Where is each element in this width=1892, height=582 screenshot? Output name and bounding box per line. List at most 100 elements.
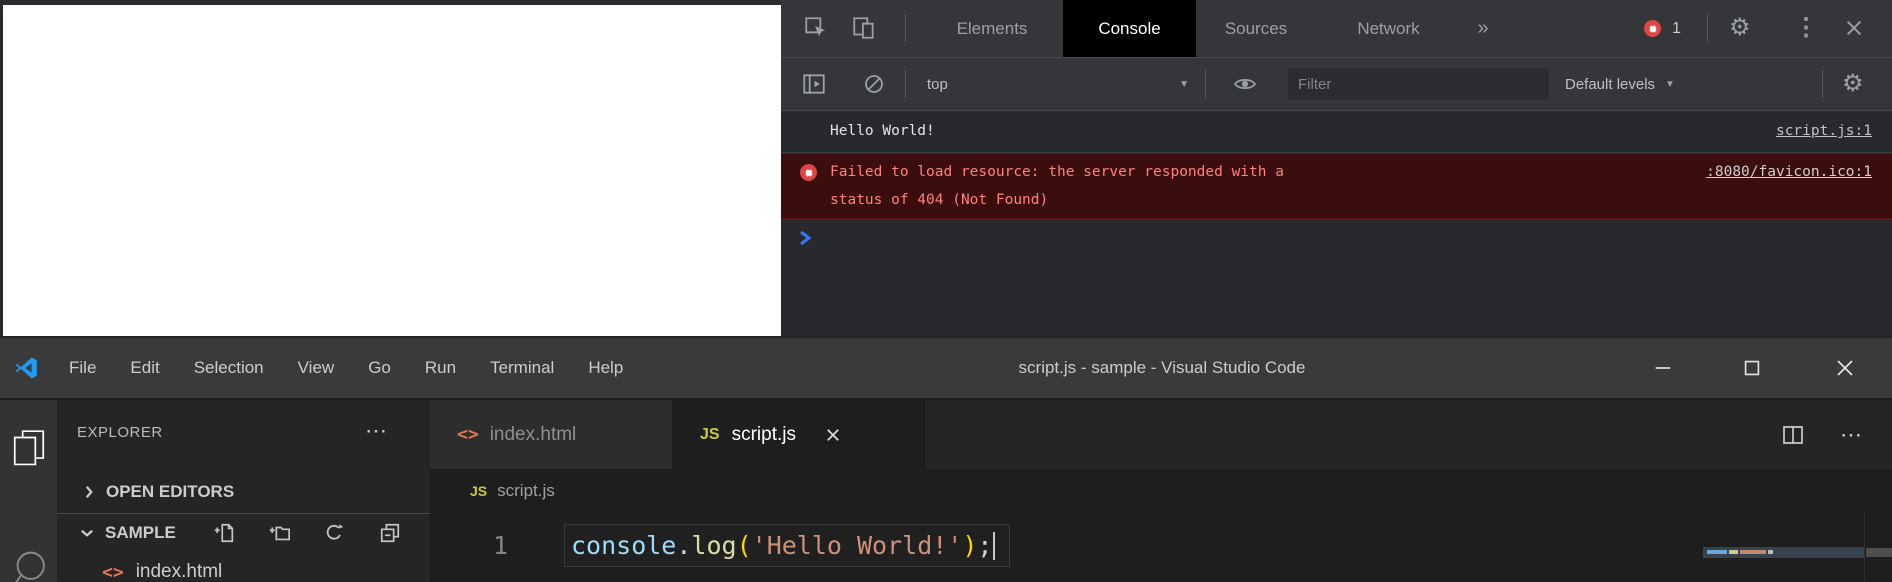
new-file-icon[interactable] <box>214 522 236 544</box>
code-token: 'Hello World!' <box>752 531 963 560</box>
text-cursor <box>993 532 995 560</box>
tab-close-icon[interactable] <box>824 426 842 444</box>
code-token: ; <box>977 531 992 560</box>
collapse-folders-icon[interactable] <box>379 522 401 544</box>
console-settings-gear-icon[interactable]: ⚙ <box>1842 69 1864 98</box>
menu-go[interactable]: Go <box>351 358 408 378</box>
browser-left-edge <box>0 0 3 336</box>
error-badge-icon[interactable] <box>1644 20 1661 37</box>
filter-input[interactable] <box>1288 68 1549 100</box>
editor-more-actions-icon[interactable]: ⋯ <box>1840 422 1862 448</box>
scrollbar-thumb[interactable] <box>1866 548 1892 557</box>
more-tabs-icon[interactable]: » <box>1463 0 1503 57</box>
console-log-source-link[interactable]: script.js:1 <box>1776 111 1872 152</box>
tab-script-js-label: script.js <box>732 424 796 446</box>
console-log-text: Hello World! <box>830 111 935 152</box>
tab-sources[interactable]: Sources <box>1196 0 1316 57</box>
js-file-icon: JS <box>700 426 720 444</box>
chevron-right-icon <box>80 483 98 501</box>
open-editors-label: OPEN EDITORS <box>106 482 234 502</box>
context-selector[interactable]: top ▼ <box>927 58 1189 110</box>
console-prompt[interactable] <box>781 218 1892 258</box>
prompt-chevron-icon <box>797 229 813 247</box>
tab-console-label: Console <box>1098 19 1160 39</box>
explorer-files-icon[interactable] <box>10 425 48 469</box>
screenshot-root: Elements Console Sources Network » 1 ⚙ <box>0 0 1892 582</box>
vscode-logo-icon <box>13 355 39 381</box>
open-editors-section[interactable]: OPEN EDITORS <box>57 472 430 512</box>
console-error-source-link[interactable]: :8080/favicon.ico:1 <box>1706 158 1872 186</box>
devtools-panel: Elements Console Sources Network » 1 ⚙ <box>781 0 1892 336</box>
kebab-menu-icon[interactable]: ⋮ <box>1794 13 1818 42</box>
menu-file[interactable]: File <box>52 358 113 378</box>
file-item-index-html[interactable]: <> index.html <box>57 552 430 582</box>
tab-elements-label: Elements <box>957 19 1028 39</box>
menu-help[interactable]: Help <box>571 358 640 378</box>
chevron-down-icon: ▼ <box>1179 79 1189 90</box>
settings-gear-icon[interactable]: ⚙ <box>1729 13 1751 42</box>
search-icon[interactable] <box>8 548 50 582</box>
chevron-down-icon: ▼ <box>1665 79 1675 90</box>
activity-bar <box>0 400 57 582</box>
code-line-1[interactable]: console.log('Hello World!'); <box>564 524 1010 567</box>
inspect-element-icon[interactable] <box>803 15 829 41</box>
editor-tabbar: <> index.html JS script.js <box>430 400 1892 469</box>
explorer-title: EXPLORER <box>77 424 163 441</box>
log-levels-selector[interactable]: Default levels ▼ <box>1565 58 1675 110</box>
split-editor-icon[interactable] <box>1780 423 1806 447</box>
code-token: . <box>676 531 691 560</box>
explorer-more-actions-icon[interactable]: ⋯ <box>365 418 387 444</box>
tab-elements[interactable]: Elements <box>921 0 1063 57</box>
minimap-slider[interactable] <box>1703 547 1864 558</box>
browser-top-edge <box>0 0 781 5</box>
tab-network-label: Network <box>1357 19 1419 39</box>
vscode-window: File Edit Selection View Go Run Terminal… <box>0 336 1892 582</box>
file-item-label: index.html <box>136 561 223 582</box>
folder-name-label: SAMPLE <box>105 523 176 543</box>
close-button[interactable] <box>1823 338 1867 398</box>
toolbar-divider <box>1205 70 1206 98</box>
tab-sources-label: Sources <box>1225 19 1287 39</box>
tab-console[interactable]: Console <box>1063 0 1196 57</box>
console-error-row: Failed to load resource: the server resp… <box>781 153 1892 219</box>
menu-terminal[interactable]: Terminal <box>473 358 571 378</box>
html-file-icon: <> <box>102 562 124 582</box>
browser-page <box>0 0 781 336</box>
minimap-divider <box>1864 512 1865 582</box>
js-file-icon: JS <box>470 483 487 499</box>
live-expression-eye-icon[interactable] <box>1231 72 1259 96</box>
tab-script-js[interactable]: JS script.js <box>672 400 925 469</box>
error-badge-count[interactable]: 1 <box>1672 0 1681 57</box>
explorer-sidebar: EXPLORER ⋯ OPEN EDITORS SAMPLE <box>57 400 430 582</box>
breadcrumb[interactable]: JS script.js <box>430 469 1892 512</box>
tab-network[interactable]: Network <box>1321 0 1456 57</box>
minimize-button[interactable] <box>1641 338 1685 398</box>
menu-edit[interactable]: Edit <box>113 358 176 378</box>
breadcrumb-file-label: script.js <box>497 481 555 501</box>
tab-index-html-label: index.html <box>490 424 577 446</box>
maximize-button[interactable] <box>1730 338 1774 398</box>
menu-run[interactable]: Run <box>408 358 473 378</box>
error-icon <box>800 164 817 181</box>
menu-selection[interactable]: Selection <box>177 358 281 378</box>
refresh-icon[interactable] <box>323 522 345 544</box>
toolbar-divider <box>1822 70 1823 98</box>
window-title: script.js - sample - Visual Studio Code <box>1019 338 1306 398</box>
error-line-2: status of 404 (Not Found) <box>830 186 1284 214</box>
new-folder-icon[interactable] <box>269 522 291 544</box>
folder-section-sample[interactable]: SAMPLE <box>57 514 430 552</box>
toolbar-divider <box>1707 14 1708 42</box>
toolbar-divider <box>905 14 906 42</box>
code-editor[interactable]: 1 console.log('Hello World!'); <box>430 512 1892 582</box>
device-toolbar-icon[interactable] <box>851 15 877 41</box>
menu-view[interactable]: View <box>281 358 352 378</box>
clear-console-icon[interactable] <box>862 72 886 96</box>
tab-index-html[interactable]: <> index.html <box>430 400 672 469</box>
devtools-close-icon[interactable] <box>1843 17 1865 39</box>
console-error-text: Failed to load resource: the server resp… <box>830 158 1284 214</box>
html-file-icon: <> <box>457 424 479 445</box>
console-sidebar-icon[interactable] <box>801 71 827 97</box>
code-token: ) <box>962 531 977 560</box>
console-log-row: Hello World! script.js:1 <box>781 111 1892 153</box>
error-line-1: Failed to load resource: the server resp… <box>830 158 1284 186</box>
